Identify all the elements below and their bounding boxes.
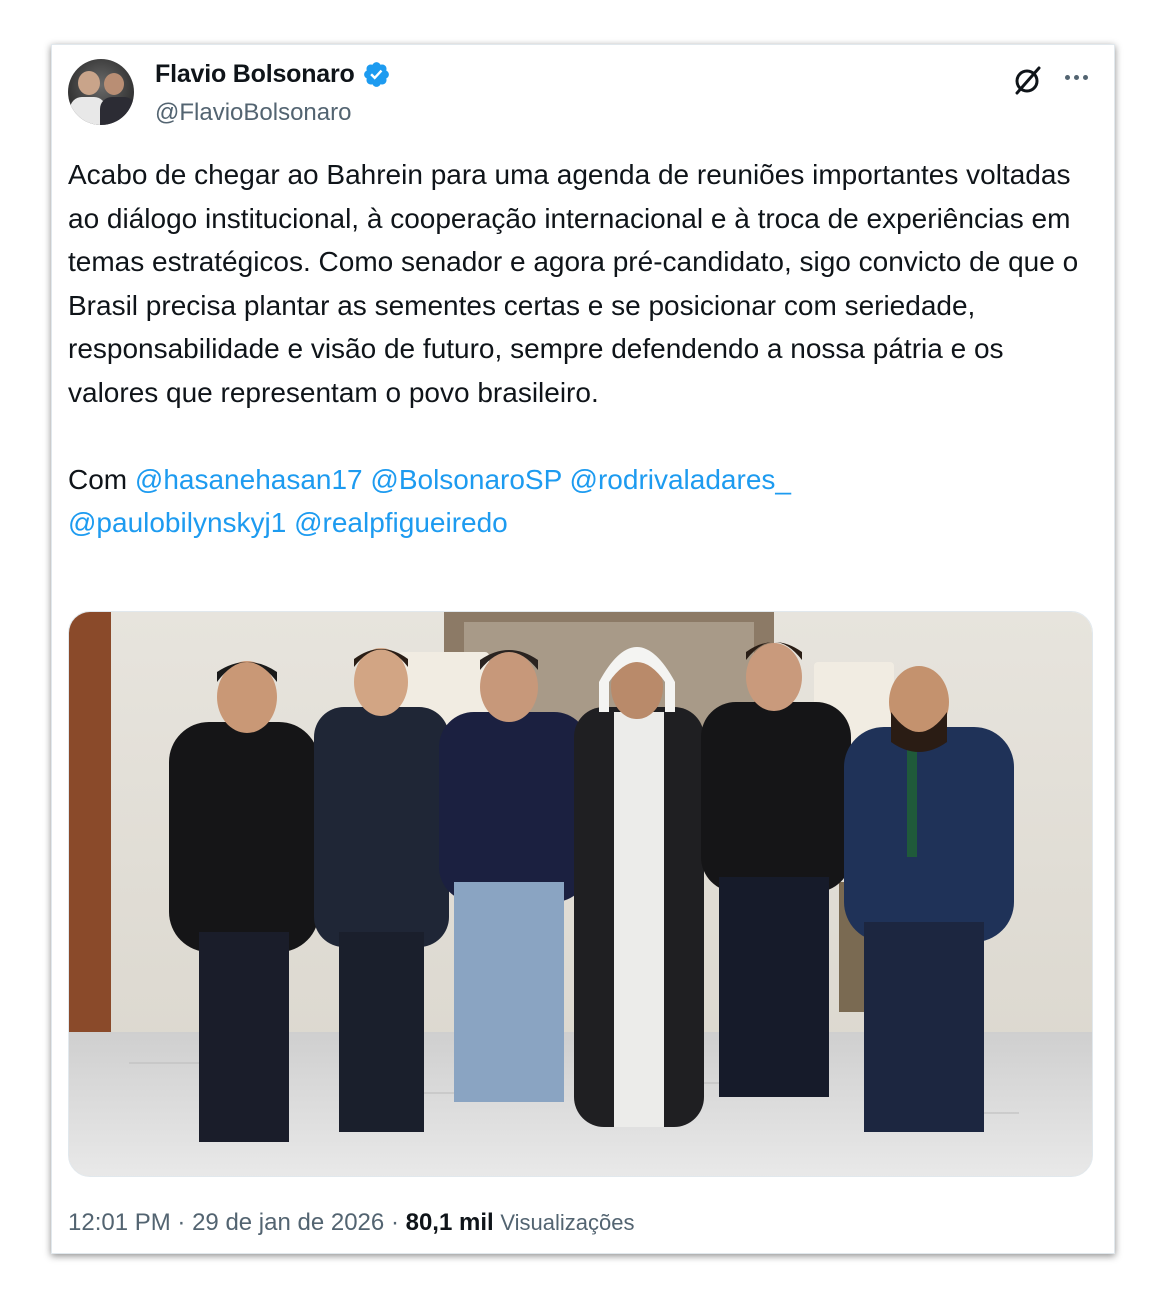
mention-link[interactable]: @paulobilynskyj1 bbox=[68, 507, 286, 538]
mention-link[interactable]: @hasanehasan17 bbox=[135, 464, 363, 495]
more-dot bbox=[1082, 74, 1088, 80]
avatar-face-right bbox=[104, 73, 124, 95]
mention-link[interactable]: @realpfigueiredo bbox=[294, 507, 508, 538]
tweet-date[interactable]: 29 de jan de 2026 bbox=[192, 1209, 384, 1236]
tweet-paragraph: Acabo de chegar ao Bahrein para uma agen… bbox=[68, 159, 1079, 408]
more-options-icon[interactable] bbox=[1058, 63, 1094, 91]
avatar-face-left bbox=[78, 71, 100, 95]
tweet-photo[interactable] bbox=[68, 611, 1093, 1177]
tweet-time[interactable]: 12:01 PM bbox=[68, 1209, 171, 1236]
author-name-row: Flavio Bolsonaro bbox=[155, 60, 391, 89]
views-label: Visualizações bbox=[500, 1210, 635, 1235]
tweet-card: Flavio Bolsonaro @FlavioBolsonaro Acabo … bbox=[51, 44, 1115, 1254]
views-count: 80,1 mil bbox=[405, 1209, 494, 1236]
mention-link[interactable]: @rodrivaladares_ bbox=[570, 464, 791, 495]
grok-icon[interactable] bbox=[1010, 63, 1044, 97]
author-handle[interactable]: @FlavioBolsonaro bbox=[155, 99, 351, 127]
group-photo-image bbox=[69, 612, 1092, 1176]
avatar-figure-right bbox=[100, 97, 134, 125]
meta-separator: · bbox=[177, 1209, 186, 1236]
meta-separator: · bbox=[390, 1209, 399, 1236]
author-avatar[interactable] bbox=[68, 59, 134, 125]
tweet-meta: 12:01 PM · 29 de jan de 2026 · 80,1 mil … bbox=[68, 1209, 634, 1237]
mention-link[interactable]: @BolsonaroSP bbox=[370, 464, 561, 495]
with-prefix: Com bbox=[68, 463, 128, 495]
author-name[interactable]: Flavio Bolsonaro bbox=[155, 60, 355, 89]
tweet-text: Acabo de chegar ao Bahrein para uma agen… bbox=[68, 153, 1098, 545]
verified-badge-icon bbox=[363, 62, 389, 87]
more-dot bbox=[1073, 74, 1079, 80]
tweet-mentions-line: Com @hasanehasan17 @BolsonaroSP @rodriva… bbox=[68, 458, 1098, 545]
more-dot bbox=[1064, 74, 1070, 80]
